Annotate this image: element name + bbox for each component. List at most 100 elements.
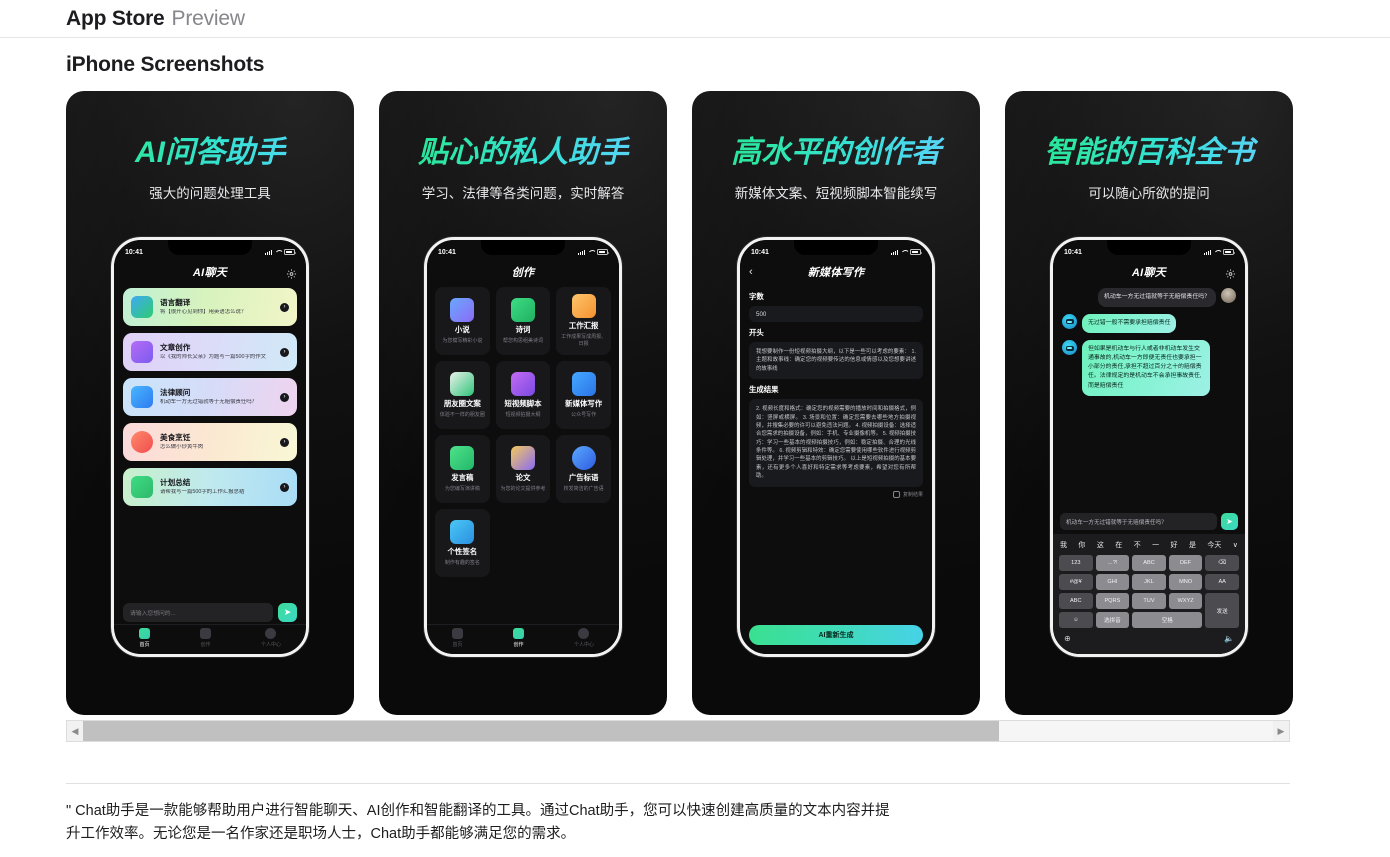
grid-item[interactable]: 广告标语 校发简洁的广告语 [556,435,611,503]
chevron-right-icon[interactable]: › [280,482,289,492]
suggestion-word[interactable]: 今天 [1207,540,1221,550]
chevron-right-icon[interactable]: › [280,302,289,312]
shift-key[interactable]: AA [1205,574,1239,590]
mic-icon[interactable]: 🔈 [1224,634,1234,643]
grid-item[interactable]: 个性签名 制作有趣的签名 [435,509,490,577]
space-key[interactable]: 空格 [1132,612,1203,628]
description-divider [66,783,1290,784]
screenshot-row: AI问答助手 强大的问题处理工具 10:41 AI聊天 语言翻译 将【很开心见到… [66,91,1390,715]
chevron-right-icon[interactable]: › [280,437,289,447]
app-bar-2: 创作 [427,260,619,284]
suggestion-word[interactable]: 这 [1097,540,1104,550]
shot-1-subtitle: 强大的问题处理工具 [149,186,271,201]
gear-icon[interactable] [1225,267,1236,279]
regenerate-button[interactable]: AI重新生成 [749,625,923,645]
chevron-right-icon[interactable]: › [280,347,289,357]
screenshot-item-3[interactable]: 高水平的创作者 新媒体文案、短视频脚本智能续写 10:41 ‹ 新媒体写作 字数… [692,91,980,715]
grid-item[interactable]: 诗词 帮您构思组美诗词 [495,287,551,355]
status-icons [264,249,296,255]
send-key[interactable]: 发送 [1205,593,1239,628]
chat-input[interactable]: 请输入您想问的... [123,603,273,622]
tab-profile[interactable]: 个人中心 [573,627,594,648]
suggestion-word[interactable]: 我 [1060,540,1067,550]
prompt-card[interactable]: 计划总结 请帮我写一篇500字的工作汇报总结 › [123,468,297,506]
law-icon [131,386,153,408]
chat-input[interactable]: 机动车一方无过错就等于无赔偿责任吗？ [1060,513,1217,530]
tab-bar-2[interactable]: 首页 创作 个人中心 [427,624,619,654]
emoji-key[interactable]: ☺ [1059,612,1093,628]
suggestion-word[interactable]: 好 [1171,540,1178,550]
key[interactable]: DEF [1168,555,1203,571]
grid-item[interactable]: 论文 为您的论文提供参考 [495,435,551,503]
screenshot-item-4[interactable]: 智能的百科全书 可以随心所欲的提问 10:41 AI聊天 机动车一方无过错就等于… [1005,91,1293,715]
tab-create[interactable]: 创作 [512,627,524,648]
suggestion-word[interactable]: 是 [1189,540,1196,550]
screenshot-item-1[interactable]: AI问答助手 强大的问题处理工具 10:41 AI聊天 语言翻译 将【很开心见到… [66,91,354,715]
grid-item[interactable]: 新媒体写作 公众号写作 [556,361,611,429]
gear-icon[interactable] [286,267,297,279]
suggestion-word[interactable]: 不 [1134,540,1141,550]
suggestion-word[interactable]: 一 [1152,540,1159,550]
prompt-card[interactable]: 法律顾问 机动车一方无过错就等于无赔偿责任吗？ › [123,378,297,416]
grid-item[interactable]: 工作汇报 工作成果写成周报、日报 [556,287,611,355]
key[interactable]: #@¥ [1059,574,1093,590]
key[interactable]: PQRS [1095,593,1130,609]
key[interactable]: GHI [1095,574,1130,590]
thesis-icon [510,445,535,470]
create-icon [199,627,211,639]
on-screen-keyboard[interactable]: 我 你 这 在 不 一 好 是 今天 ∨ 123 …?! ABC DEF ⌫ #… [1053,534,1245,654]
screenshot-carousel[interactable]: AI问答助手 强大的问题处理工具 10:41 AI聊天 语言翻译 将【很开心见到… [0,91,1390,715]
opening-textarea[interactable]: 我想要制作一份短视频拍摄大纲，以下是一些可以考虑的要素： 1. 主题和故事线：确… [749,342,923,380]
suggestion-bar[interactable]: 我 你 这 在 不 一 好 是 今天 ∨ [1056,537,1242,552]
key[interactable]: TUV [1132,593,1166,609]
tab-home[interactable]: 首页 [138,627,150,648]
tab-create[interactable]: 创作 [199,627,211,648]
tab-home[interactable]: 首页 [451,627,463,648]
tab-label: 个人中心 [573,641,594,648]
signature-icon [450,519,475,544]
scroll-left-arrow-icon[interactable]: ◀ [67,721,83,741]
send-icon[interactable]: ➤ [1221,513,1238,530]
send-icon[interactable]: ➤ [278,603,297,622]
key[interactable]: ABC [1059,593,1093,609]
word-count-input[interactable]: 500 [749,306,923,322]
scrollbar-thumb[interactable] [83,721,1000,741]
grid-item[interactable]: 小说 为您模写精彩小说 [435,287,490,355]
key[interactable]: JKL [1132,574,1166,590]
prompt-card[interactable]: 美食烹饪 怎么做小炒黄牛肉 › [123,423,297,461]
scrollbar-track[interactable] [83,721,1273,741]
horizontal-scrollbar[interactable]: ◀ ▶ [66,720,1290,742]
screenshot-item-2[interactable]: 贴心的私人助手 学习、法律等各类问题，实时解答 10:41 创作 小说 为您模写… [379,91,667,715]
chevron-down-icon[interactable]: ∨ [1233,541,1238,549]
tab-bar-1[interactable]: 首页 创作 个人中心 [114,624,306,654]
scroll-right-arrow-icon[interactable]: ▶ [1273,721,1289,741]
globe-icon[interactable]: ⊕ [1064,634,1071,643]
app-bar-1: AI聊天 [114,260,306,284]
grid-item[interactable]: 朋友圈文案 体验不一样的朋友圈 [435,361,490,429]
grid-item[interactable]: 发言稿 为您编写演讲稿 [435,435,490,503]
chevron-right-icon[interactable]: › [280,392,289,402]
key[interactable]: 123 [1059,555,1093,571]
pinyin-key[interactable]: 选拼音 [1095,612,1130,628]
key[interactable]: MNO [1168,574,1203,590]
key[interactable]: …?! [1095,555,1130,571]
prompt-card[interactable]: 文章创作 以《我的师长父亲》为题写一篇500字的作文 › [123,333,297,371]
prompt-card[interactable]: 语言翻译 将【很开心见到你】用英语怎么说？ › [123,288,297,326]
keyboard-bottom-row[interactable]: ⊕ 🔈 [1056,631,1242,643]
backspace-key[interactable]: ⌫ [1205,555,1239,571]
key-grid[interactable]: 123 …?! ABC DEF ⌫ #@¥ GHI JKL MNO AA ABC… [1056,552,1242,631]
report-icon [571,294,596,319]
copy-result-button[interactable]: 复制结果 [749,490,923,498]
writing-form: 字数 500 开头 我想要制作一份短视频拍摄大纲，以下是一些可以考虑的要素： 1… [740,284,932,500]
key[interactable]: ABC [1132,555,1166,571]
chat-input-bar[interactable]: 机动车一方无过错就等于无赔偿责任吗？ ➤ [1060,513,1238,530]
tab-profile[interactable]: 个人中心 [261,627,281,648]
grid-item-title: 个性签名 [447,546,478,556]
key[interactable]: WXYZ [1168,593,1203,609]
phone-screen-1: 10:41 AI聊天 语言翻译 将【很开心见到你】用英语怎么说？ › 文章创作 … [114,240,306,654]
suggestion-word[interactable]: 在 [1115,540,1122,550]
chat-input-bar[interactable]: 请输入您想问的... ➤ [123,603,297,622]
grid-item[interactable]: 短视频脚本 短视频拍摄大纲 [495,361,551,429]
suggestion-word[interactable]: 你 [1078,540,1085,550]
back-icon[interactable]: ‹ [749,266,753,278]
